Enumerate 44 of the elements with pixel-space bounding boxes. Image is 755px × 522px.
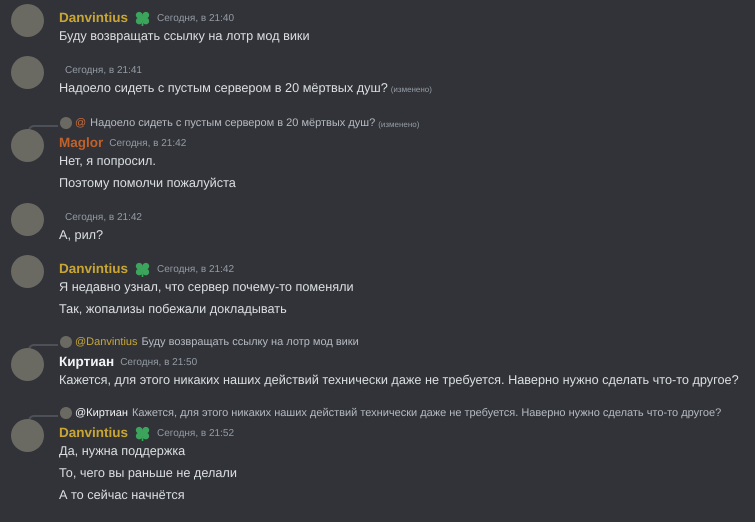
author-name[interactable]: Maglor xyxy=(59,132,104,154)
author-name[interactable]: Danvintius xyxy=(59,422,128,444)
reply-preview[interactable]: Кажется, для этого никаких наших действий технически даже не требуется. Наверно нужно сделать что-то другое? xyxy=(132,404,722,421)
author-name[interactable]: Киртиан xyxy=(59,352,114,372)
timestamp: Сегодня, в 21:52 xyxy=(157,426,234,440)
timestamp: Сегодня, в 21:42 xyxy=(109,136,186,150)
timestamp: Сегодня, в 21:42 xyxy=(157,262,234,276)
message-text: Кажется, для этого никаких наших действий технически даже не требуется. Наверно нужно сделать что-то другое? xyxy=(59,373,739,387)
avatar-icon xyxy=(60,336,72,348)
message-text: А то сейчас начнётся xyxy=(59,488,185,502)
edited-label: (изменено) xyxy=(390,85,432,94)
clover-icon xyxy=(134,10,152,26)
message-text: Буду возвращать ссылку на лотр мод вики xyxy=(59,29,310,43)
clover-icon xyxy=(134,426,152,440)
avatar[interactable] xyxy=(11,129,44,162)
avatar[interactable] xyxy=(11,203,44,236)
edited-label: (изменено) xyxy=(378,119,420,131)
author-name[interactable]: Danvintius xyxy=(59,258,128,280)
timestamp: Сегодня, в 21:42 xyxy=(65,210,142,224)
reply-preview[interactable]: Буду возвращать ссылку на лотр мод вики xyxy=(142,334,359,350)
avatar[interactable] xyxy=(11,56,44,89)
message-text: Надоело сидеть с пустым сервером в 20 мёртвых душ? xyxy=(59,81,388,95)
timestamp: Сегодня, в 21:50 xyxy=(120,356,198,370)
avatar[interactable] xyxy=(11,255,44,288)
message-text: Да, нужна поддержка xyxy=(59,444,186,458)
avatar-icon xyxy=(60,407,72,419)
message-text: Я недавно узнал, что сервер почему-то поменяли xyxy=(59,280,354,294)
reply-mention[interactable]: @Danvintius xyxy=(75,334,138,350)
avatar[interactable] xyxy=(11,419,44,452)
message-text: Так, жопализы побежали докладывать xyxy=(59,302,287,316)
reply-mention[interactable]: @ xyxy=(75,114,86,131)
timestamp: Сегодня, в 21:40 xyxy=(157,12,234,26)
timestamp: Сегодня, в 21:41 xyxy=(65,64,142,78)
reply-preview[interactable]: Надоело сидеть с пустым сервером в 20 мёртвых душ? xyxy=(90,114,376,131)
avatar[interactable] xyxy=(11,348,44,381)
clover-icon xyxy=(134,262,152,276)
message-text: Нет, я попросил. xyxy=(59,154,156,168)
message-text: Поэтому помолчи пожалуйста xyxy=(59,176,236,190)
avatar[interactable] xyxy=(11,4,44,37)
author-name[interactable]: Danvintius xyxy=(59,8,128,28)
reply-mention[interactable]: @Киртиан xyxy=(75,404,128,421)
message-text: То, чего вы раньше не делали xyxy=(59,466,237,480)
message-text: А, рил? xyxy=(59,228,104,242)
avatar-icon xyxy=(60,117,72,129)
